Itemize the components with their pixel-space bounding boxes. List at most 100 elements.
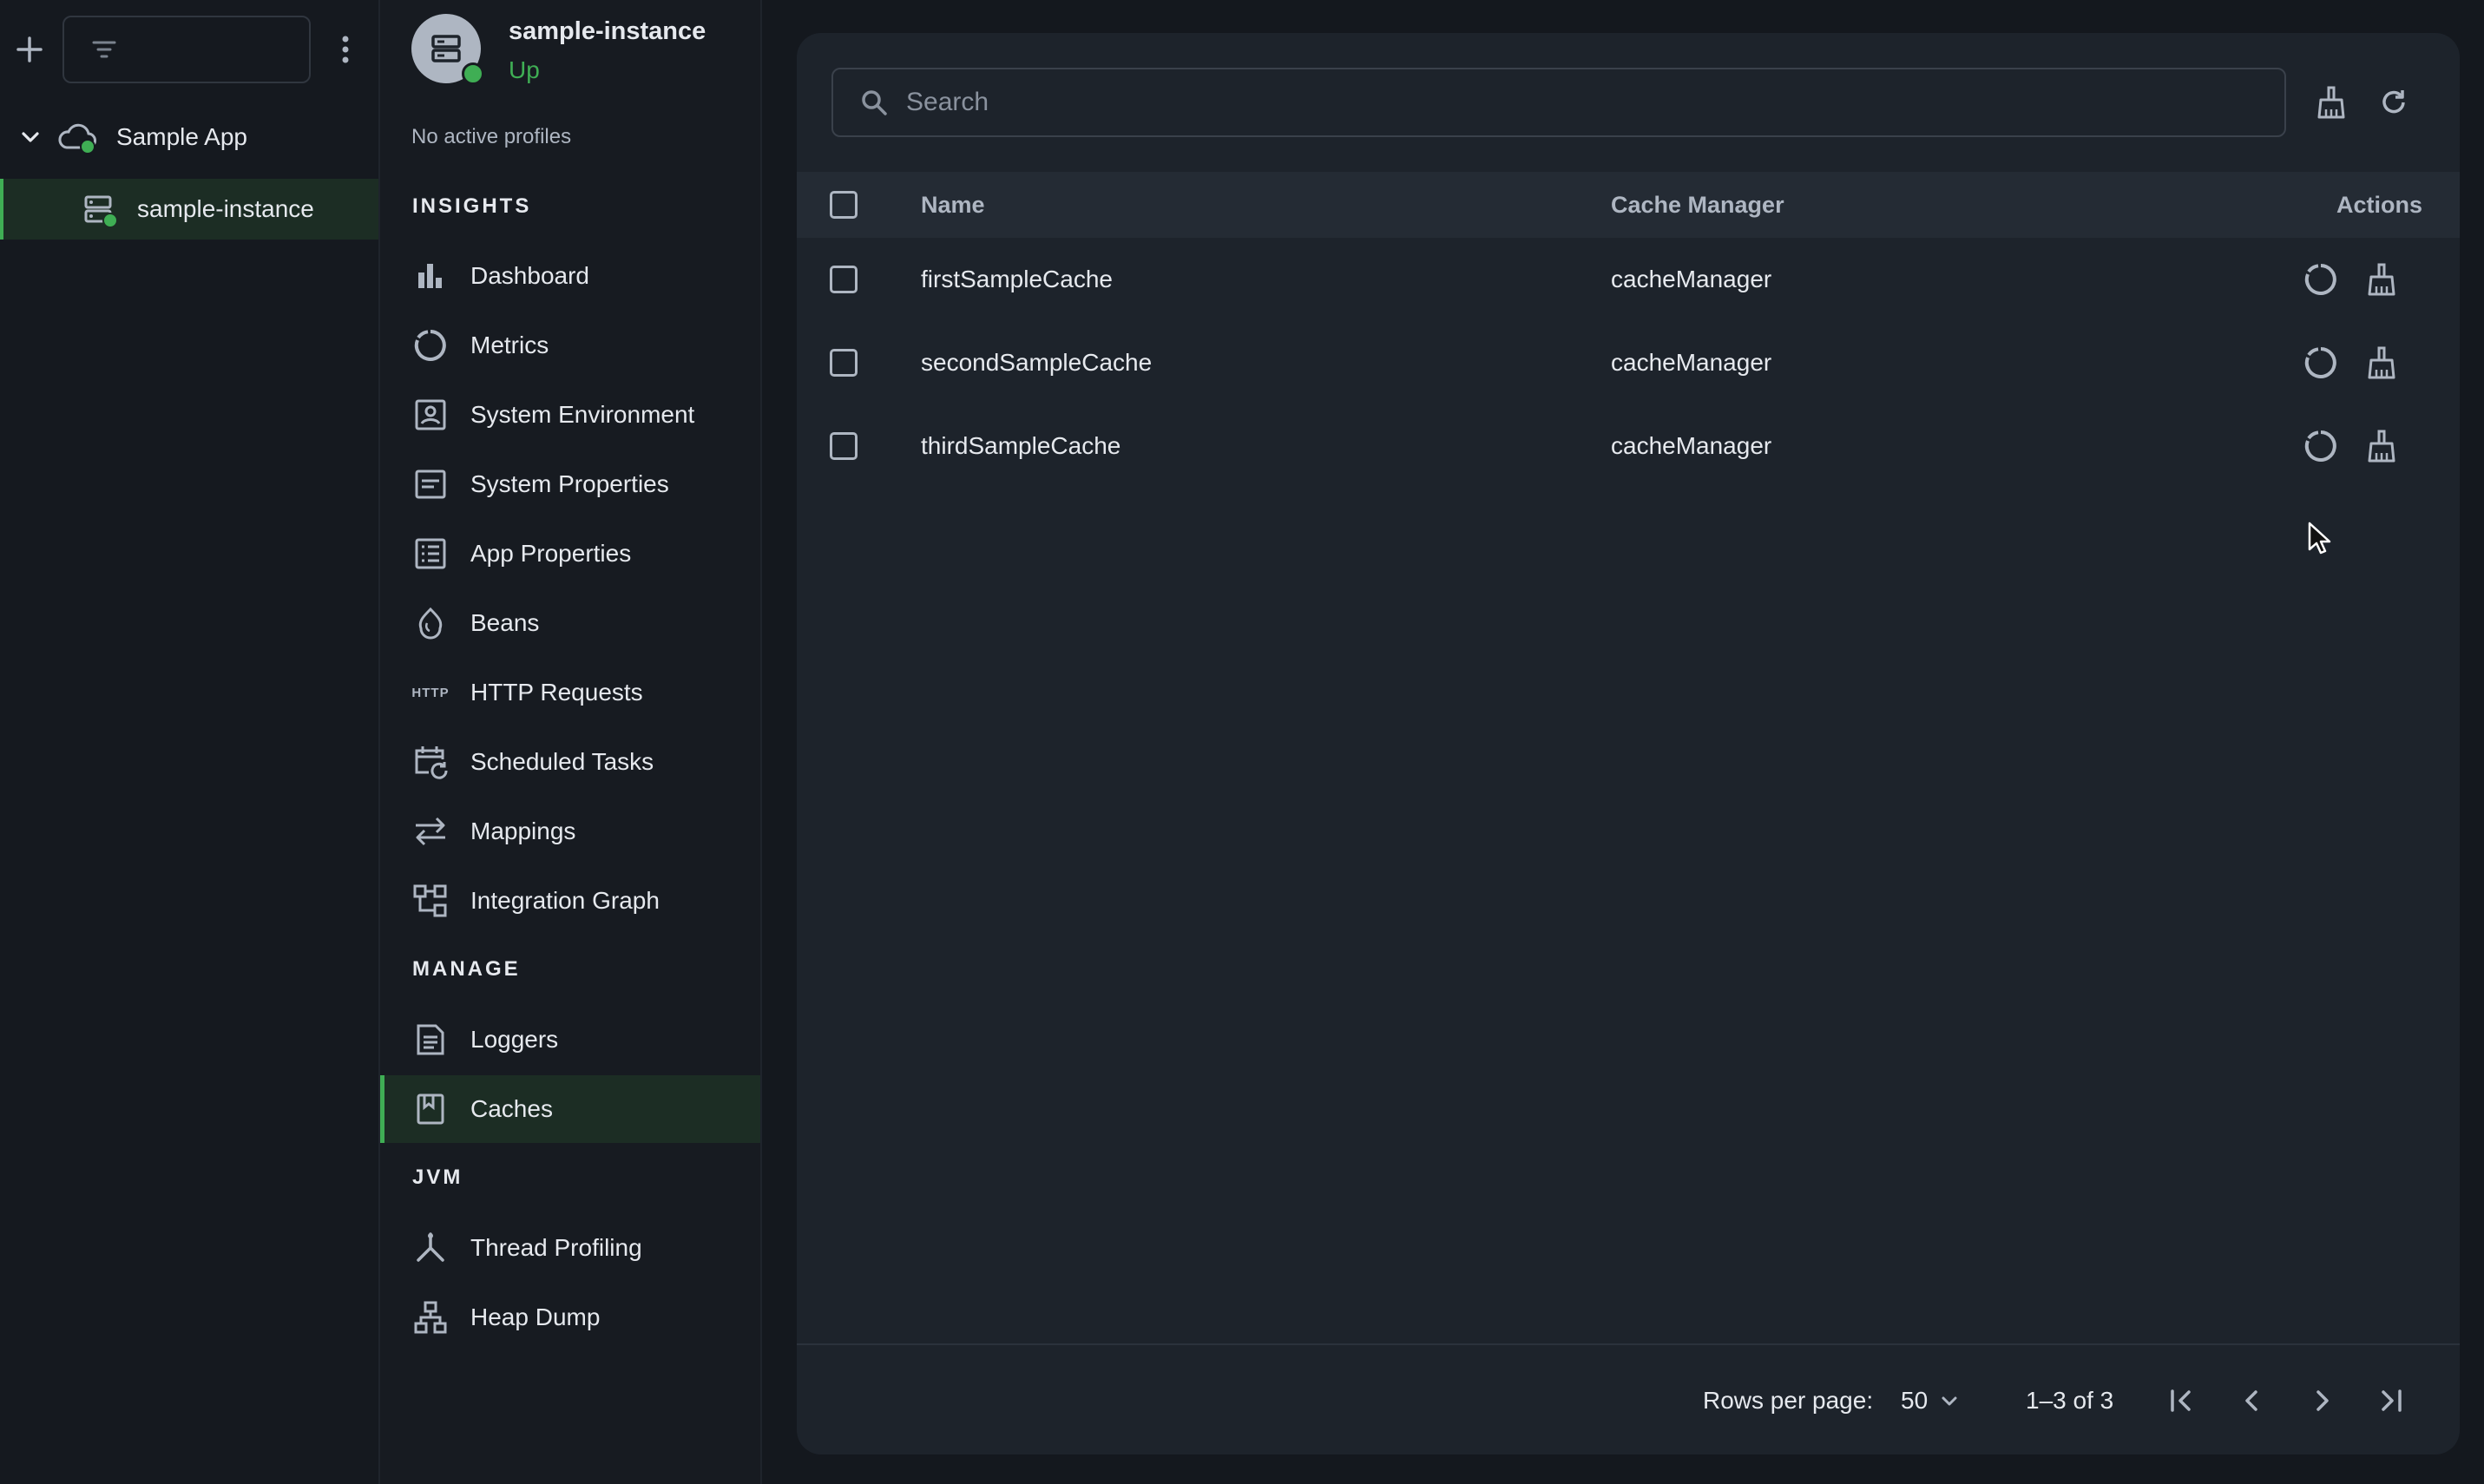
tree-filter-input[interactable]	[62, 16, 311, 83]
nav-item-metrics[interactable]: Metrics	[380, 312, 760, 379]
instance-name: sample-instance	[509, 17, 706, 45]
environment-icon	[411, 396, 450, 434]
list-icon	[411, 535, 450, 573]
section-title-insights: INSIGHTS	[412, 194, 532, 218]
next-page-button[interactable]	[2307, 1345, 2336, 1454]
nav-item-scheduled-tasks[interactable]: Scheduled Tasks	[380, 728, 760, 796]
section-title-jvm: JVM	[412, 1166, 463, 1189]
cache-name: firstSampleCache	[921, 266, 1113, 292]
document-icon	[411, 1021, 450, 1059]
tree-item-sample-app[interactable]: Sample App	[0, 115, 378, 160]
clear-cache-button[interactable]	[2366, 238, 2397, 321]
nav-item-loggers[interactable]: Loggers	[380, 1006, 760, 1074]
active-profiles-text: No active profiles	[411, 125, 572, 148]
fork-icon	[411, 1229, 450, 1267]
donut-icon	[2304, 430, 2336, 462]
search-input[interactable]	[904, 87, 2210, 118]
nav-label: App Properties	[470, 540, 632, 567]
nav-label: Loggers	[470, 1026, 559, 1053]
table-header: Name Cache Manager Actions	[797, 172, 2460, 238]
statistics-button[interactable]	[2303, 404, 2338, 488]
donut-icon	[411, 326, 450, 364]
clear-cache-button[interactable]	[2366, 321, 2397, 404]
bean-icon	[411, 604, 450, 642]
table-pagination: Rows per page: 50 1–3 of 3	[797, 1343, 2460, 1454]
status-dot	[462, 62, 484, 85]
rows-per-page-select[interactable]: 50	[1901, 1345, 1959, 1454]
instance-navigation: sample-instance Up No active profiles IN…	[380, 0, 762, 1484]
cloud-icon	[56, 120, 99, 154]
cache-manager: cacheManager	[1611, 432, 1772, 459]
nav-item-system-environment[interactable]: System Environment	[380, 381, 760, 449]
filter-icon	[92, 41, 116, 58]
clear-all-caches-button[interactable]	[2305, 76, 2357, 128]
cache-name: thirdSampleCache	[921, 432, 1121, 459]
nav-item-beans[interactable]: Beans	[380, 589, 760, 657]
chevron-left-icon	[2245, 1390, 2257, 1411]
column-name[interactable]: Name	[921, 172, 985, 238]
cache-name: secondSampleCache	[921, 349, 1153, 376]
plus-icon	[16, 36, 43, 62]
table-row: firstSampleCache cacheManager	[797, 238, 2460, 321]
last-page-button[interactable]	[2376, 1345, 2406, 1454]
instance-header: sample-instance Up	[411, 14, 706, 85]
bar-chart-icon	[411, 257, 450, 295]
nav-label: Heap Dump	[470, 1303, 601, 1330]
cache-manager: cacheManager	[1611, 266, 1772, 292]
more-options-button[interactable]	[328, 28, 363, 71]
table-row: secondSampleCache cacheManager	[797, 321, 2460, 404]
nav-item-http-requests[interactable]: HTTP HTTP Requests	[380, 659, 760, 726]
broom-icon	[2317, 86, 2345, 119]
donut-icon	[2304, 264, 2336, 295]
server-icon	[431, 35, 461, 62]
row-checkbox[interactable]	[830, 404, 858, 488]
nav-item-app-properties[interactable]: App Properties	[380, 520, 760, 588]
first-page-button[interactable]	[2166, 1345, 2196, 1454]
previous-page-button[interactable]	[2238, 1345, 2267, 1454]
tree-item-sample-instance[interactable]: sample-instance	[0, 179, 378, 240]
rows-per-page-label: Rows per page:	[1703, 1387, 1874, 1414]
graph-icon	[411, 882, 450, 920]
row-checkbox[interactable]	[830, 321, 858, 404]
broom-icon	[2368, 430, 2395, 463]
tree-instance-label: sample-instance	[137, 195, 314, 222]
server-icon	[82, 192, 118, 228]
nav-item-thread-profiling[interactable]: Thread Profiling	[380, 1214, 760, 1282]
search-field[interactable]	[831, 68, 2286, 137]
section-title-manage: MANAGE	[412, 957, 521, 981]
tree-app-label: Sample App	[116, 123, 247, 150]
nav-label: Beans	[470, 609, 540, 636]
mouse-cursor-icon	[2308, 522, 2331, 555]
select-all-checkbox[interactable]	[830, 172, 858, 238]
nav-label: HTTP Requests	[470, 679, 643, 706]
nav-item-heap-dump[interactable]: Heap Dump	[380, 1284, 760, 1351]
rows-per-page-value: 50	[1901, 1387, 1929, 1414]
nav-label: Mappings	[470, 818, 576, 844]
nav-item-caches[interactable]: Caches	[380, 1075, 760, 1143]
nav-item-system-properties[interactable]: System Properties	[380, 450, 760, 518]
nav-label: Thread Profiling	[470, 1234, 642, 1261]
refresh-icon	[2382, 90, 2405, 114]
statistics-button[interactable]	[2303, 321, 2338, 404]
nav-label: Caches	[470, 1095, 553, 1122]
nav-label: Metrics	[470, 332, 549, 358]
broom-icon	[2368, 263, 2395, 296]
chevron-right-icon	[2316, 1390, 2329, 1411]
column-cache-manager[interactable]: Cache Manager	[1611, 172, 1784, 238]
cache-manager: cacheManager	[1611, 349, 1772, 376]
first-page-icon	[2171, 1389, 2191, 1412]
nav-item-dashboard[interactable]: Dashboard	[380, 242, 760, 310]
nav-label: System Environment	[470, 401, 695, 428]
column-actions: Actions	[2336, 191, 2423, 218]
clear-cache-button[interactable]	[2366, 404, 2397, 488]
nav-item-mappings[interactable]: Mappings	[380, 798, 760, 865]
nav-item-integration-graph[interactable]: Integration Graph	[380, 867, 760, 935]
add-button[interactable]	[10, 28, 49, 71]
search-icon	[862, 90, 887, 115]
row-checkbox[interactable]	[830, 238, 858, 321]
swap-arrows-icon	[411, 812, 450, 850]
statistics-button[interactable]	[2303, 238, 2338, 321]
properties-icon	[411, 465, 450, 503]
instance-status: Up	[509, 56, 540, 83]
refresh-button[interactable]	[2368, 76, 2420, 128]
